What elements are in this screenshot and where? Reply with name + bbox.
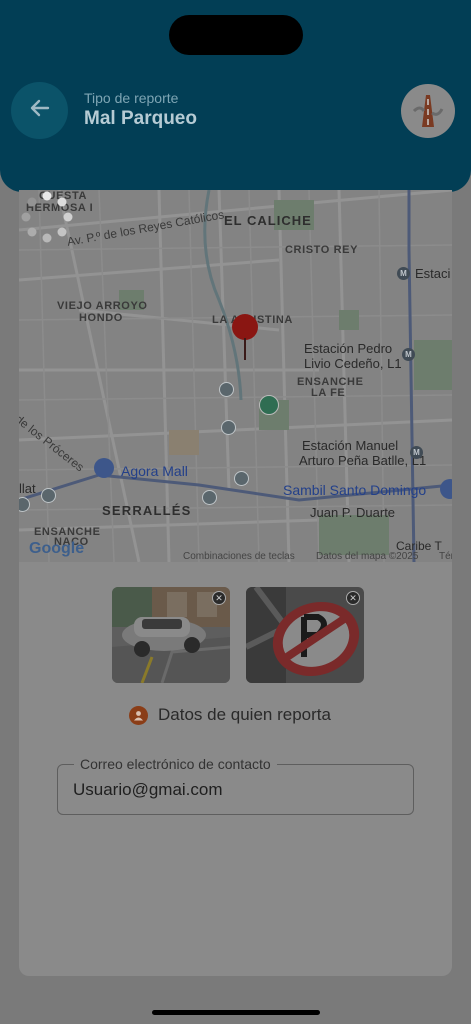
bus-stop-icon	[221, 420, 236, 435]
report-card: CUESTA HERMOSA I EL CALICHE Av. P.º de l…	[19, 190, 452, 976]
bus-stop-icon	[41, 488, 56, 503]
park-icon	[259, 395, 279, 415]
photo-parked-car[interactable]: ✕	[112, 587, 230, 683]
map-label: VIEJO ARROYO	[57, 300, 148, 312]
report-type-title: Mal Parqueo	[84, 108, 197, 129]
remove-photo-button[interactable]: ✕	[346, 591, 360, 605]
bus-stop-icon	[219, 382, 234, 397]
terms-link[interactable]: Tér	[439, 551, 452, 562]
loading-spinner-icon	[21, 191, 73, 243]
map-label: Livio Cedeño, L1	[304, 356, 402, 371]
map-view[interactable]: CUESTA HERMOSA I EL CALICHE Av. P.º de l…	[19, 190, 452, 562]
map-label: EL CALICHE	[224, 213, 312, 228]
bus-stop-icon	[202, 490, 217, 505]
map-label: CRISTO REY	[285, 244, 359, 256]
back-button[interactable]	[11, 82, 68, 139]
map-label: Juan P. Duarte	[310, 505, 396, 520]
map-label: Arturo Peña Batlle, L1	[299, 453, 427, 468]
map-data-credit[interactable]: Datos del mapa ©2025	[316, 551, 418, 562]
reporter-section-title: Datos de quien reporta	[129, 705, 331, 725]
app-header: Tipo de reporte Mal Parqueo	[0, 0, 471, 192]
person-icon	[129, 705, 148, 725]
photo-no-parking-sign[interactable]: ✕	[246, 587, 364, 683]
map-label: Estación Manuel	[302, 438, 399, 453]
arrow-left-icon	[29, 97, 51, 124]
metro-icon: M	[410, 446, 423, 459]
contact-email-value[interactable]: Usuario@gmai.com	[73, 780, 223, 800]
location-pin-icon[interactable]	[232, 314, 258, 340]
remove-photo-button[interactable]: ✕	[212, 591, 226, 605]
contact-email-label: Correo electrónico de contacto	[74, 756, 277, 772]
map-label: llat	[19, 481, 36, 496]
google-logo: Google	[29, 540, 85, 557]
map-label: HONDO	[79, 312, 123, 324]
map-label: Agora Mall	[121, 463, 188, 479]
map-label: Estación Pedro	[304, 341, 393, 356]
keyboard-shortcuts-link[interactable]: Combinaciones de teclas	[183, 551, 295, 562]
dynamic-island	[169, 15, 303, 55]
shopping-bag-icon	[94, 458, 114, 478]
metro-icon: M	[397, 267, 410, 280]
map-label: Sambil Santo Domingo	[283, 482, 427, 498]
home-indicator	[152, 1010, 320, 1015]
contact-email-field[interactable]: Correo electrónico de contacto Usuario@g…	[57, 756, 414, 815]
map-label: LA FE	[311, 387, 346, 399]
metro-icon: M	[402, 348, 415, 361]
road-logo-icon	[401, 84, 455, 138]
reporter-label: Datos de quien reporta	[158, 705, 331, 724]
map-label: Estaci	[415, 266, 451, 281]
report-type-label: Tipo de reporte	[84, 90, 179, 106]
map-label: SERRALLÉS	[102, 503, 192, 518]
bus-stop-icon	[234, 471, 249, 486]
location-pin-stem	[244, 338, 246, 360]
